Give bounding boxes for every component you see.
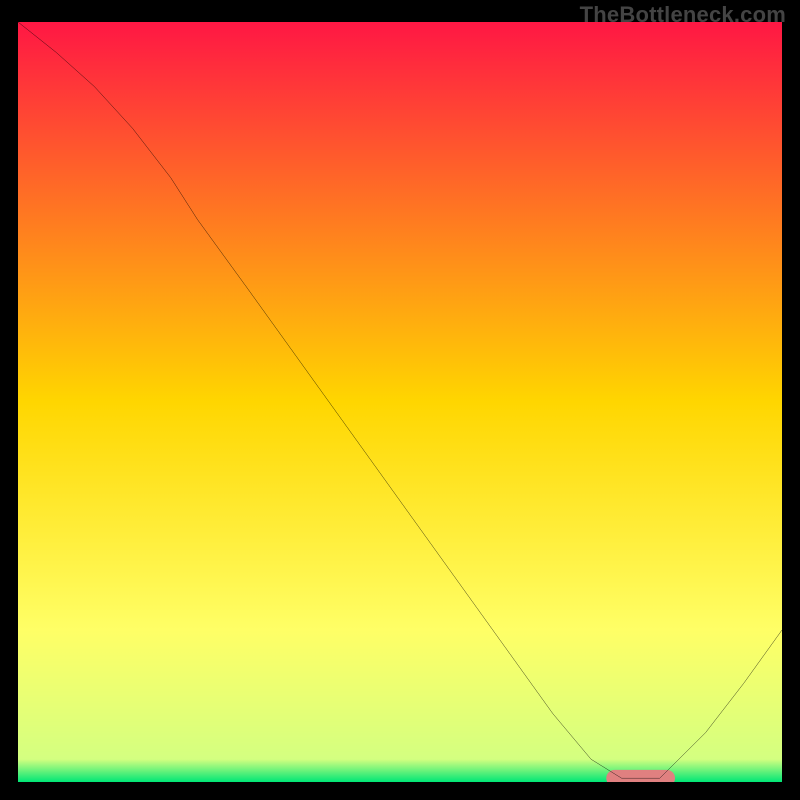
watermark-text: TheBottleneck.com xyxy=(580,2,786,28)
chart-plot-area xyxy=(18,22,782,782)
optimal-zone xyxy=(606,770,675,782)
gradient-fill xyxy=(18,22,782,782)
bottleneck-chart xyxy=(18,22,782,782)
marker-layer xyxy=(606,770,675,782)
